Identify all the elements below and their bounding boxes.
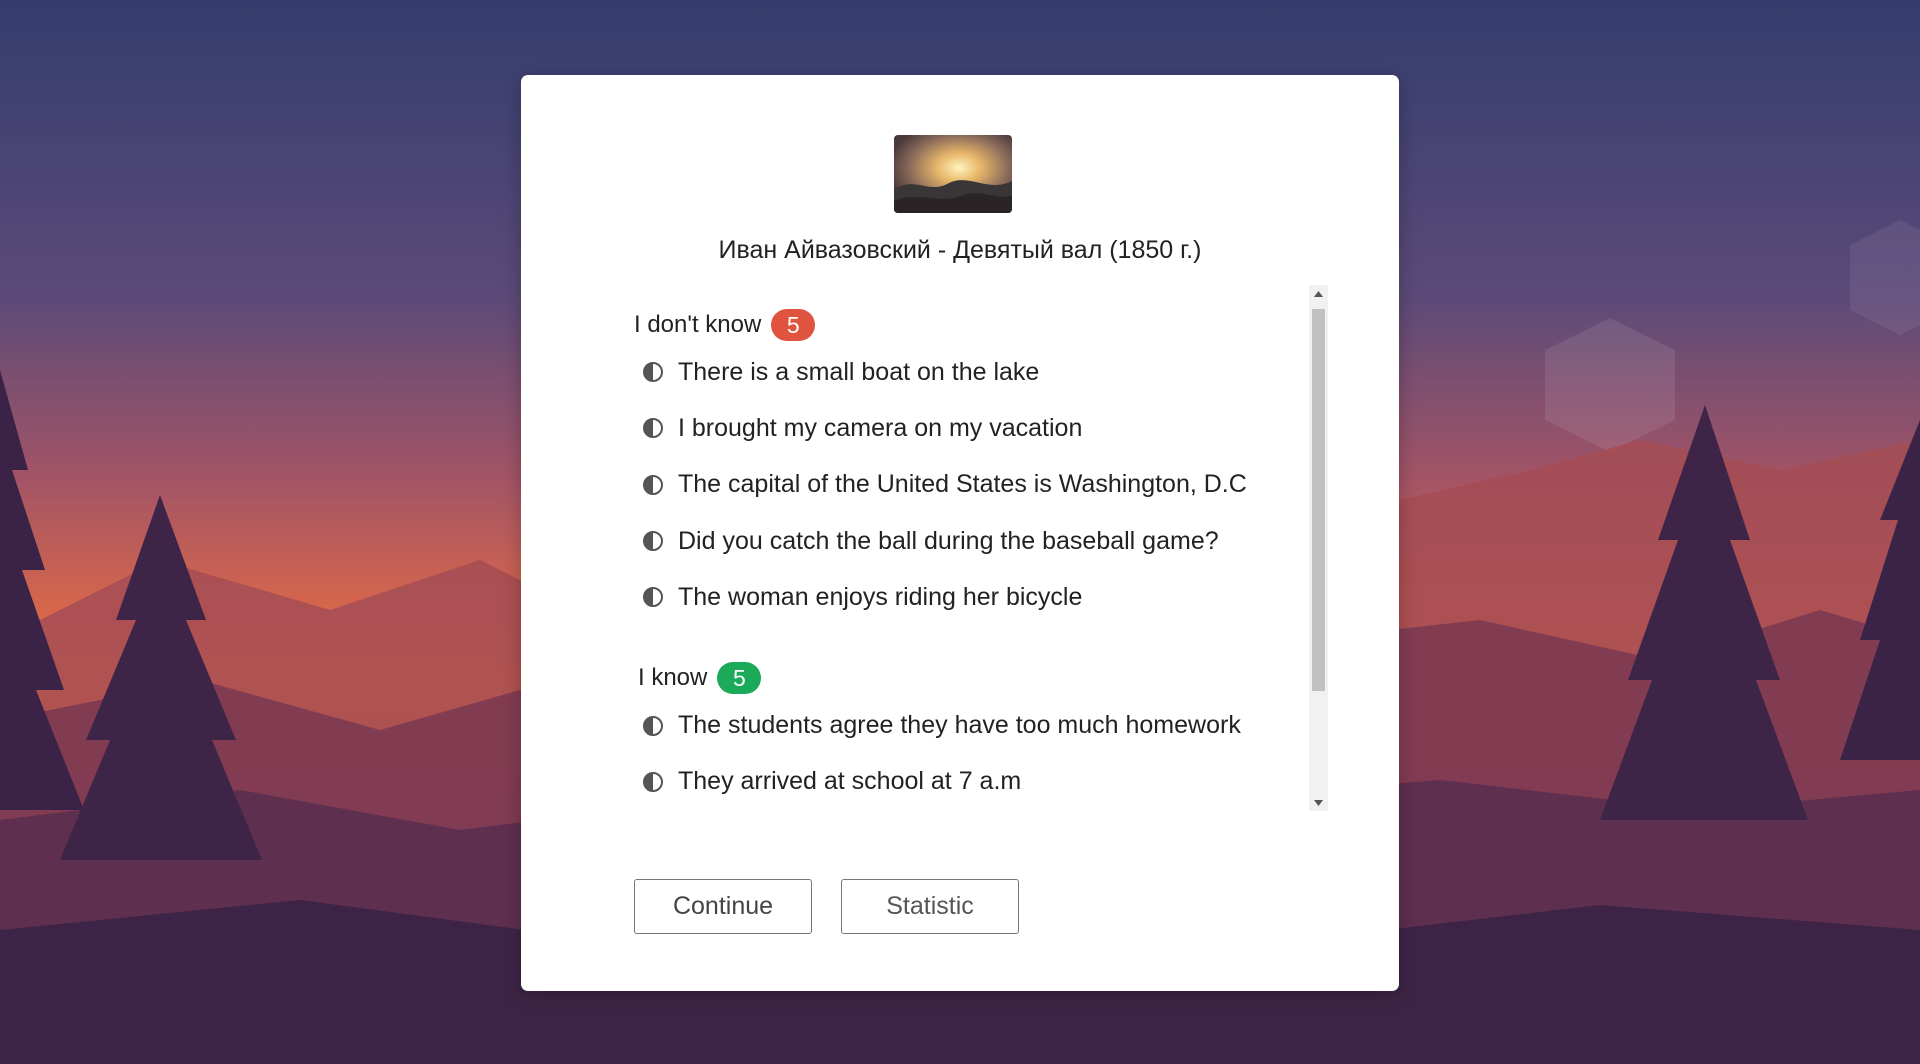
group-label-dont-know: I don't know [634, 311, 762, 338]
half-circle-contrast-icon[interactable] [641, 360, 665, 384]
list-item[interactable]: Did you catch the ball during the baseba… [621, 513, 1251, 569]
item-text: There is a small boat on the lake [678, 357, 1040, 386]
list-item[interactable]: The students agree they have too much ho… [621, 697, 1251, 753]
list-item[interactable]: The capital of the United States is Wash… [621, 457, 1251, 513]
scrollbar-thumb[interactable] [1312, 309, 1325, 691]
statistic-button[interactable]: Statistic [841, 879, 1019, 934]
group-header-know: I know 5 [638, 659, 1251, 697]
quiz-card: Иван Айвазовский - Девятый вал (1850 г.)… [521, 75, 1399, 991]
group-label-know: I know [638, 664, 708, 692]
half-circle-contrast-icon[interactable] [641, 714, 665, 738]
list-item[interactable]: They arrived at school at 7 a.m [621, 754, 1251, 801]
triangle-down-icon[interactable] [1309, 794, 1328, 811]
item-text: The students agree they have too much ho… [678, 711, 1241, 740]
half-circle-contrast-icon[interactable] [641, 770, 665, 794]
group-header-dont-know: I don't know 5 [634, 306, 1251, 344]
continue-button[interactable]: Continue [634, 879, 812, 934]
item-text: The woman enjoys riding her bicycle [678, 582, 1083, 611]
triangle-up-icon[interactable] [1309, 285, 1328, 302]
item-text: Did you catch the ball during the baseba… [678, 526, 1219, 555]
count-badge-dont-know: 5 [771, 309, 816, 341]
item-text: The capital of the United States is Wash… [678, 470, 1247, 499]
count-badge-know: 5 [717, 662, 762, 695]
artwork-thumbnail [894, 135, 1012, 213]
artwork-title: Иван Айвазовский - Девятый вал (1850 г.) [718, 236, 1202, 264]
half-circle-contrast-icon[interactable] [641, 416, 665, 440]
list-item[interactable]: I brought my camera on my vacation [621, 400, 1251, 456]
half-circle-contrast-icon[interactable] [641, 529, 665, 553]
half-circle-contrast-icon[interactable] [641, 473, 665, 497]
item-text: They arrived at school at 7 a.m [678, 767, 1022, 796]
list-scrollbar[interactable] [1309, 285, 1328, 811]
half-circle-contrast-icon[interactable] [641, 585, 665, 609]
item-text: I brought my camera on my vacation [678, 413, 1083, 442]
list-item[interactable]: The woman enjoys riding her bicycle [621, 569, 1251, 625]
list-item[interactable]: There is a small boat on the lake [621, 344, 1251, 400]
sentence-list[interactable]: I don't know 5 There is a small boat on … [621, 285, 1251, 801]
